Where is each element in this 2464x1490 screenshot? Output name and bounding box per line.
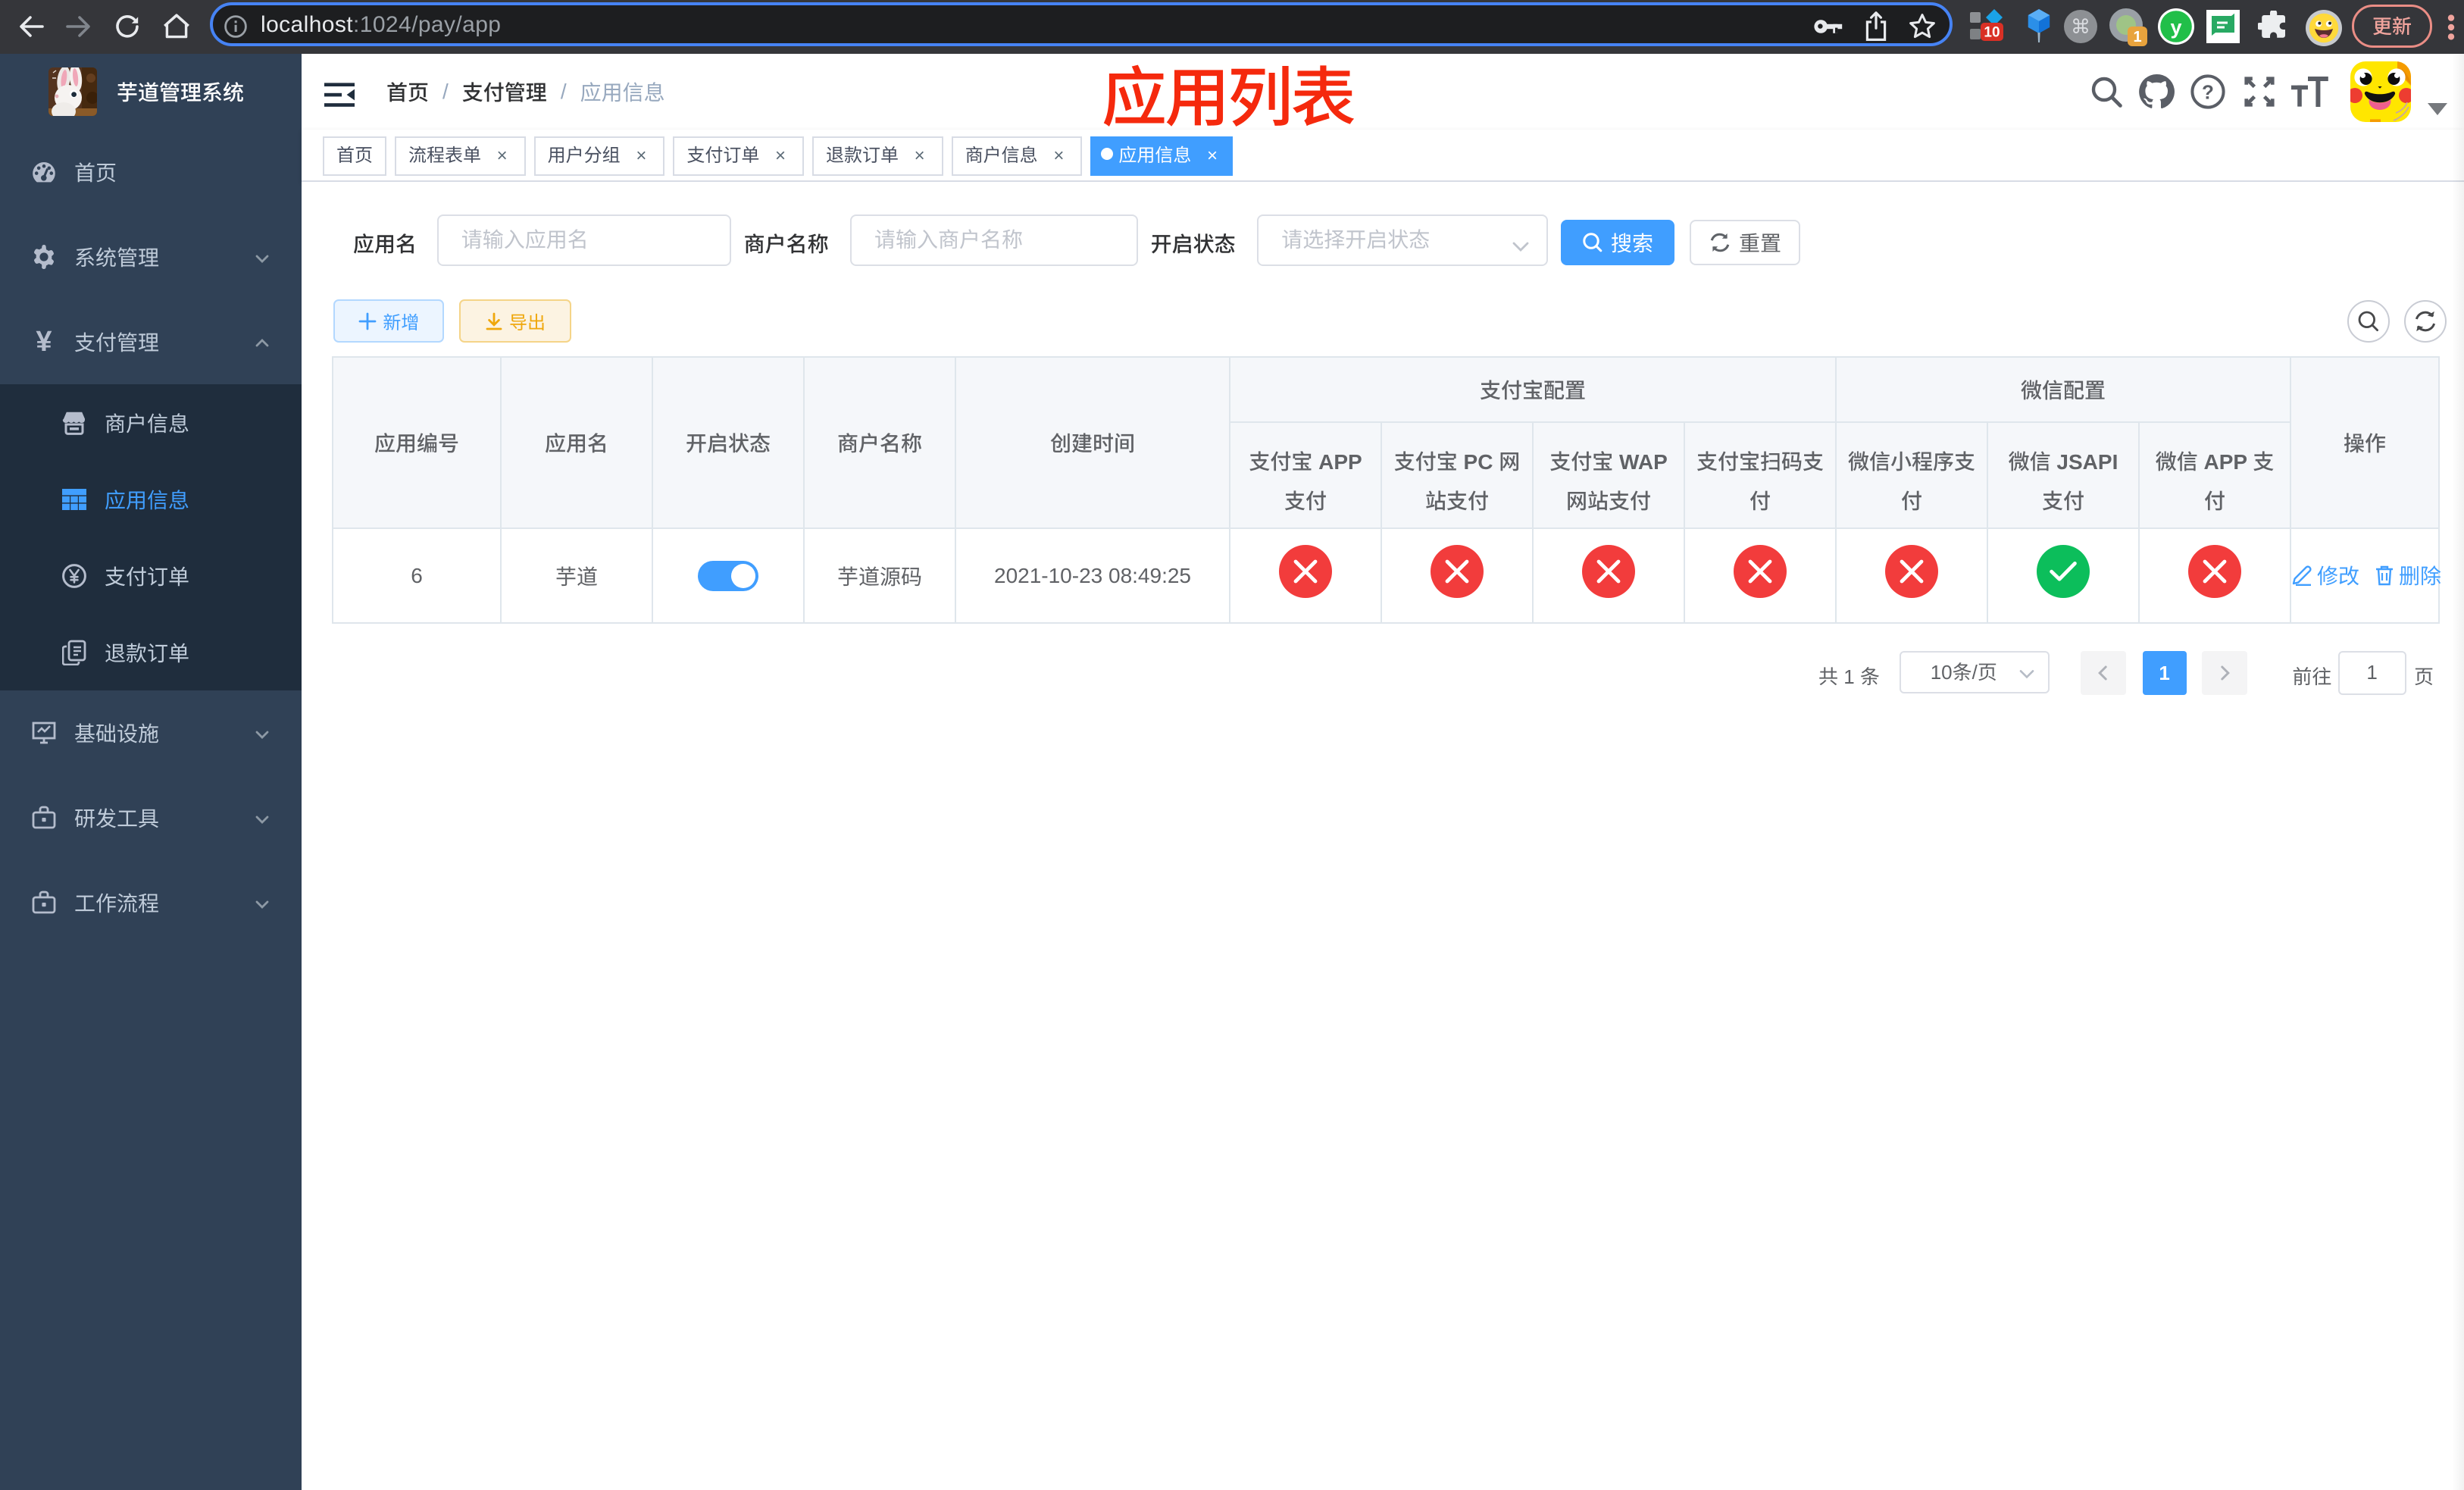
svg-text:⌘: ⌘ bbox=[2071, 15, 2090, 38]
svg-text:1: 1 bbox=[2133, 29, 2141, 45]
svg-text:y: y bbox=[2170, 16, 2181, 39]
svg-text:?: ? bbox=[2202, 80, 2214, 103]
svg-text:10: 10 bbox=[1984, 25, 2000, 41]
